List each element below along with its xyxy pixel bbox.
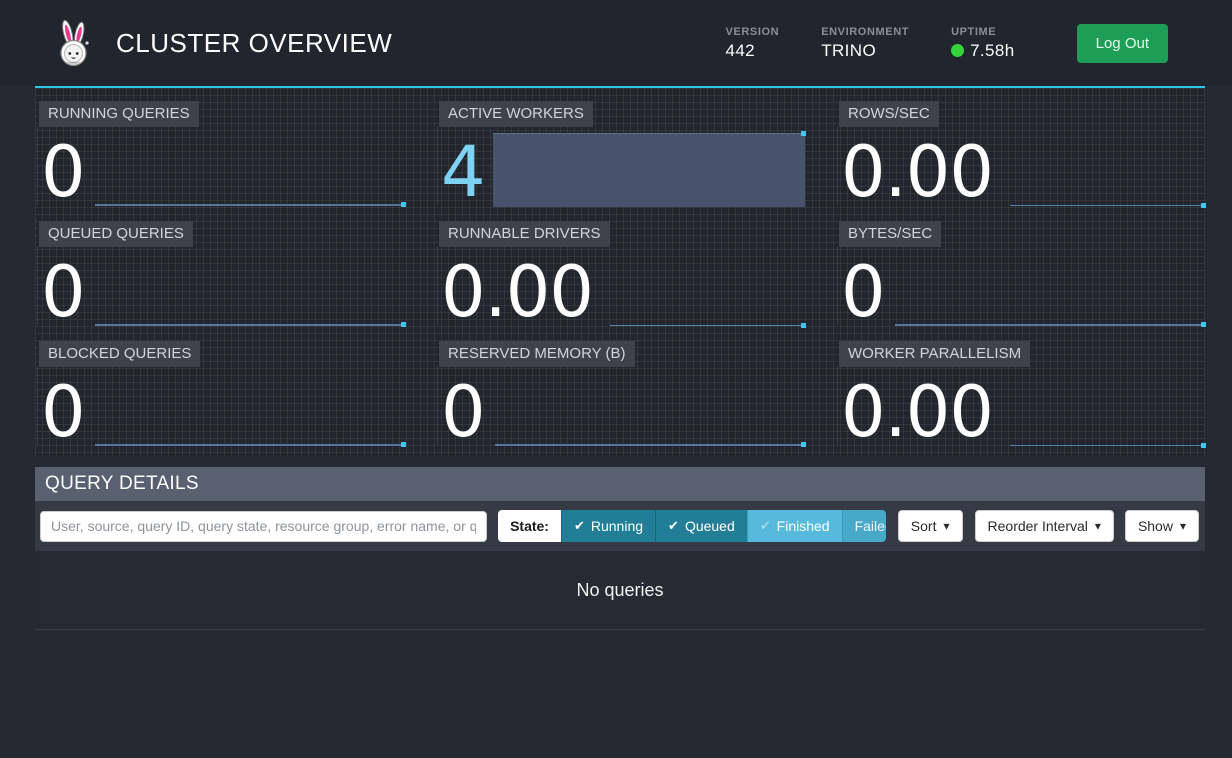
sparkline-dot-icon: [801, 131, 806, 136]
uptime-label: UPTIME: [951, 26, 1015, 38]
sparkline-axis: [37, 126, 38, 205]
stat-label: QUEUED QUERIES: [39, 221, 193, 247]
sparkline: [1010, 445, 1205, 446]
stat-value: 0: [41, 257, 85, 327]
logout-button[interactable]: Log Out: [1077, 24, 1168, 63]
sort-dropdown-button[interactable]: Sort ▾: [898, 510, 963, 542]
stat-value: 0.00: [441, 257, 593, 327]
sparkline-area: [493, 133, 805, 207]
show-button-label: Show: [1138, 518, 1173, 534]
stat-label: ACTIVE WORKERS: [439, 101, 593, 127]
stat-card-running-queries: RUNNING QUERIES 0: [35, 90, 405, 210]
sparkline: [495, 444, 805, 446]
sparkline: [95, 324, 405, 326]
sparkline-dot-icon: [1201, 443, 1206, 448]
caret-down-icon: ▾: [1095, 520, 1101, 532]
state-filter-label: State:: [498, 510, 561, 542]
environment-value: TRINO: [821, 41, 909, 61]
stat-label: RUNNING QUERIES: [39, 101, 199, 127]
state-filter-queued-label: Queued: [685, 518, 735, 534]
stat-card-queued-queries: QUEUED QUERIES 0: [35, 210, 405, 330]
uptime-text: 7.58h: [970, 41, 1015, 61]
stat-label: BYTES/SEC: [839, 221, 941, 247]
stat-label: WORKER PARALLELISM: [839, 341, 1030, 367]
sparkline-axis: [437, 246, 438, 325]
stat-value: 0.00: [841, 377, 993, 447]
check-icon: ✔: [760, 518, 771, 534]
sparkline: [895, 324, 1205, 326]
state-filter-failed-dropdown[interactable]: Failed ▾: [842, 510, 886, 542]
sparkline-dot-icon: [801, 323, 806, 328]
uptime-block: UPTIME 7.58h: [951, 26, 1015, 61]
version-label: VERSION: [725, 26, 779, 38]
stat-card-reserved-memory: RESERVED MEMORY (B) 0: [435, 330, 805, 450]
stat-value: 0: [41, 137, 85, 207]
stat-card-bytes-per-sec: BYTES/SEC 0: [835, 210, 1205, 330]
reorder-interval-button-label: Reorder Interval: [988, 518, 1088, 534]
sparkline-dot-icon: [401, 202, 406, 207]
state-filter-running[interactable]: ✔ Running: [561, 510, 655, 542]
cluster-stats-panel: RUNNING QUERIES 0 ACTIVE WORKERS 4 ROWS/…: [35, 86, 1205, 456]
sparkline-dot-icon: [1201, 322, 1206, 327]
environment-label: ENVIRONMENT: [821, 26, 909, 38]
app-header: CLUSTER OVERVIEW VERSION 442 ENVIRONMENT…: [0, 0, 1232, 86]
version-block: VERSION 442: [725, 26, 779, 61]
sparkline-axis: [837, 366, 838, 445]
query-details-section: QUERY DETAILS State: ✔ Running ✔ Queued …: [35, 467, 1205, 630]
sparkline-axis: [37, 366, 38, 445]
sparkline-axis: [437, 366, 438, 445]
show-dropdown-button[interactable]: Show ▾: [1125, 510, 1199, 542]
check-icon: ✔: [574, 518, 585, 534]
stat-card-runnable-drivers: RUNNABLE DRIVERS 0.00: [435, 210, 805, 330]
state-filter-group: State: ✔ Running ✔ Queued ✔ Finished Fai…: [498, 510, 886, 542]
page-title: CLUSTER OVERVIEW: [116, 28, 392, 59]
stat-card-active-workers: ACTIVE WORKERS 4: [435, 90, 805, 210]
trino-bunny-logo: [54, 18, 94, 68]
query-filter-toolbar: State: ✔ Running ✔ Queued ✔ Finished Fai…: [35, 501, 1205, 551]
caret-down-icon: ▾: [1180, 520, 1186, 532]
state-filter-finished[interactable]: ✔ Finished: [747, 510, 842, 542]
stat-label: RESERVED MEMORY (B): [439, 341, 635, 367]
sparkline: [1010, 205, 1205, 206]
reorder-interval-dropdown-button[interactable]: Reorder Interval ▾: [975, 510, 1114, 542]
sparkline-dot-icon: [401, 442, 406, 447]
sort-button-label: Sort: [911, 518, 937, 534]
sparkline-axis: [837, 126, 838, 205]
state-filter-running-label: Running: [591, 518, 643, 534]
stat-value: 4: [441, 137, 485, 207]
sparkline: [95, 204, 405, 206]
uptime-status-dot-icon: [951, 44, 964, 57]
state-filter-queued[interactable]: ✔ Queued: [655, 510, 747, 542]
version-value: 442: [725, 41, 779, 61]
state-filter-finished-label: Finished: [777, 518, 830, 534]
sparkline-dot-icon: [401, 322, 406, 327]
stat-card-blocked-queries: BLOCKED QUERIES 0: [35, 330, 405, 450]
caret-down-icon: ▾: [943, 520, 949, 532]
sparkline-axis: [437, 126, 438, 205]
empty-queries-message: No queries: [35, 551, 1205, 630]
state-filter-failed-label: Failed: [855, 518, 886, 534]
header-meta: VERSION 442 ENVIRONMENT TRINO UPTIME 7.5…: [725, 24, 1168, 63]
stat-value: 0: [441, 377, 485, 447]
sparkline: [610, 325, 805, 326]
stat-value: 0: [841, 257, 885, 327]
stat-card-worker-parallelism: WORKER PARALLELISM 0.00: [835, 330, 1205, 450]
sparkline: [95, 444, 405, 446]
sparkline-axis: [37, 246, 38, 325]
sparkline-axis: [837, 246, 838, 325]
environment-block: ENVIRONMENT TRINO: [821, 26, 909, 61]
sparkline-dot-icon: [801, 442, 806, 447]
check-icon: ✔: [668, 518, 679, 534]
stat-value: 0: [41, 377, 85, 447]
stat-label: RUNNABLE DRIVERS: [439, 221, 610, 247]
uptime-value: 7.58h: [951, 41, 1015, 61]
query-details-header: QUERY DETAILS: [35, 467, 1205, 501]
query-search-input[interactable]: [40, 511, 487, 542]
stat-label: BLOCKED QUERIES: [39, 341, 200, 367]
sparkline-dot-icon: [1201, 203, 1206, 208]
stat-value: 0.00: [841, 137, 993, 207]
stat-label: ROWS/SEC: [839, 101, 939, 127]
stat-card-rows-per-sec: ROWS/SEC 0.00: [835, 90, 1205, 210]
